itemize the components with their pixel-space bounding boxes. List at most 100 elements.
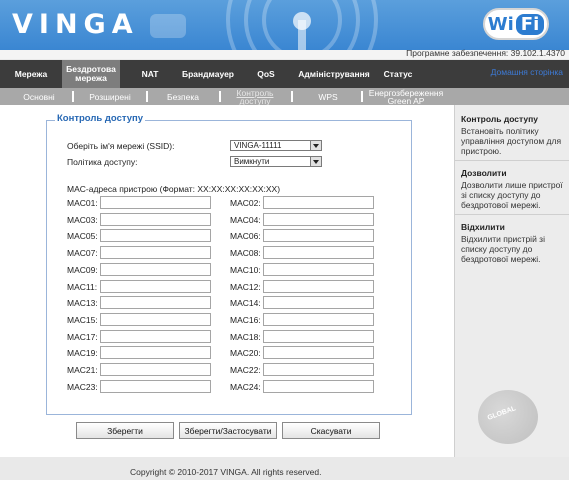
subnav-divider [146, 91, 148, 102]
mac-label: MAC18: [230, 331, 261, 342]
help-text-allow: Дозволити лише пристрої зі списку доступ… [461, 180, 563, 210]
help-title-deny: Відхилити [461, 222, 505, 232]
mac-input[interactable] [263, 379, 374, 393]
subnav-divider [361, 91, 363, 102]
main-nav: Мережа Бездротова мережа NAT Брандмауер … [0, 60, 569, 88]
nav-firewall[interactable]: Брандмауер [176, 60, 240, 88]
mac-input[interactable] [100, 262, 211, 276]
mac-input[interactable] [263, 246, 374, 260]
firmware-version: Програмне забезпечення: 39.102.1.4370 [406, 48, 565, 58]
fieldset-legend: Контроль доступу [55, 113, 146, 124]
mac-input[interactable] [100, 346, 211, 360]
mac-label: MAC05: [67, 231, 98, 242]
mac-input[interactable] [263, 312, 374, 326]
subtab-security[interactable]: Безпека [156, 88, 210, 105]
mac-input[interactable] [263, 262, 374, 276]
help-text-deny: Відхилити пристрій зі списку доступу до … [461, 234, 545, 264]
mac-label: MAC22: [230, 365, 261, 375]
subtab-basic[interactable]: Основні [14, 88, 64, 105]
wifi-logo-wi: Wi [487, 13, 514, 35]
subtab-wps[interactable]: WPS [304, 88, 352, 105]
mac-input[interactable] [100, 312, 211, 326]
mac-label: MAC10: [230, 264, 261, 275]
mac-input[interactable] [100, 229, 211, 243]
mac-input[interactable] [263, 212, 374, 226]
chevron-down-icon[interactable] [310, 157, 321, 166]
mac-input[interactable] [100, 279, 211, 293]
mac-label: MAC14: [230, 298, 261, 309]
nav-status[interactable]: Статус [378, 60, 418, 88]
mac-input[interactable] [100, 212, 211, 226]
subnav-divider [219, 91, 221, 102]
home-page-link[interactable]: Домашня сторінка [491, 67, 563, 77]
ssid-select[interactable]: VINGA-11111 [230, 140, 322, 151]
mac-label: MAC12: [230, 281, 261, 292]
policy-select[interactable]: Вимкнути [230, 156, 322, 167]
mac-label: MAC16: [230, 314, 261, 325]
save-apply-button[interactable]: Зберегти/Застосувати [179, 422, 277, 439]
ssid-select-value: VINGA-11111 [234, 141, 282, 150]
mac-label: MAC01: [67, 198, 98, 208]
mac-label: MAC08: [230, 248, 261, 259]
mac-section-label: MAC-адреса пристрою (Формат: XX:XX:XX:XX… [67, 184, 281, 194]
banner-illustration [150, 14, 186, 38]
mac-label: MAC07: [67, 248, 98, 259]
subtab-advanced[interactable]: Розширені [82, 88, 138, 105]
mac-label: MAC20: [230, 348, 261, 359]
mac-input[interactable] [263, 329, 374, 343]
nav-nat[interactable]: NAT [128, 60, 172, 88]
mac-input[interactable] [263, 229, 374, 243]
router-admin-page: VINGA Wi Fi Програмне забезпечення: 39.10… [0, 0, 569, 480]
mac-input[interactable] [100, 246, 211, 260]
nav-network[interactable]: Мережа [0, 60, 62, 88]
nav-qos[interactable]: QoS [248, 60, 284, 88]
mac-label: MAC19: [67, 348, 98, 359]
nav-administration[interactable]: Адміністрування [292, 60, 376, 88]
sub-nav: Основні Розширені Безпека Контроль досту… [0, 88, 569, 105]
help-text-access-control: Встановіть політику управління доступом … [461, 126, 562, 156]
mac-label: MAC09: [67, 264, 98, 275]
mac-input[interactable] [100, 196, 211, 209]
help-title-access-control: Контроль доступу [461, 114, 539, 124]
help-divider [455, 214, 569, 215]
mac-label: MAC04: [230, 214, 261, 225]
subtab-access-control[interactable]: Контроль доступу [228, 88, 282, 105]
subtab-green-ap[interactable]: Енергозбереження Green AP [366, 88, 446, 105]
tower-icon [298, 20, 306, 50]
copyright-text: Copyright © 2010-2017 VINGA. All rights … [130, 467, 322, 477]
mac-label: MAC06: [230, 231, 261, 242]
mac-input[interactable] [263, 346, 374, 360]
wifi-logo-fi: Fi [515, 13, 545, 35]
mac-input[interactable] [100, 379, 211, 393]
wifi-logo: Wi Fi [483, 8, 549, 40]
mac-input[interactable] [263, 279, 374, 293]
chevron-down-icon[interactable] [310, 141, 321, 150]
save-button[interactable]: Зберегти [76, 422, 174, 439]
mac-input[interactable] [263, 296, 374, 310]
brand-logo: VINGA [12, 9, 139, 40]
mac-label: MAC17: [67, 331, 98, 342]
mac-input[interactable] [100, 363, 211, 376]
nav-wireless[interactable]: Бездротова мережа [62, 60, 120, 88]
mac-input[interactable] [263, 196, 374, 209]
mac-label: MAC13: [67, 298, 98, 309]
header-banner: VINGA Wi Fi [0, 0, 569, 50]
mac-label: MAC24: [230, 381, 261, 392]
help-title-allow: Дозволити [461, 168, 507, 178]
cancel-button[interactable]: Скасувати [282, 422, 380, 439]
subnav-divider [72, 91, 74, 102]
mac-input[interactable] [263, 363, 374, 376]
mac-input[interactable] [100, 329, 211, 343]
mac-label: MAC02: [230, 198, 261, 208]
mac-label: MAC21: [67, 365, 98, 375]
mac-input[interactable] [100, 296, 211, 310]
policy-label: Політика доступу: [67, 157, 138, 167]
mac-label: MAC11: [67, 281, 98, 292]
mac-label: MAC15: [67, 314, 98, 325]
subnav-divider [291, 91, 293, 102]
mac-label: MAC23: [67, 381, 98, 392]
mac-label: MAC03: [67, 214, 98, 225]
help-divider [455, 160, 569, 161]
ssid-label: Оберіть ім'я мережі (SSID): [67, 141, 175, 151]
policy-select-value: Вимкнути [234, 157, 270, 166]
